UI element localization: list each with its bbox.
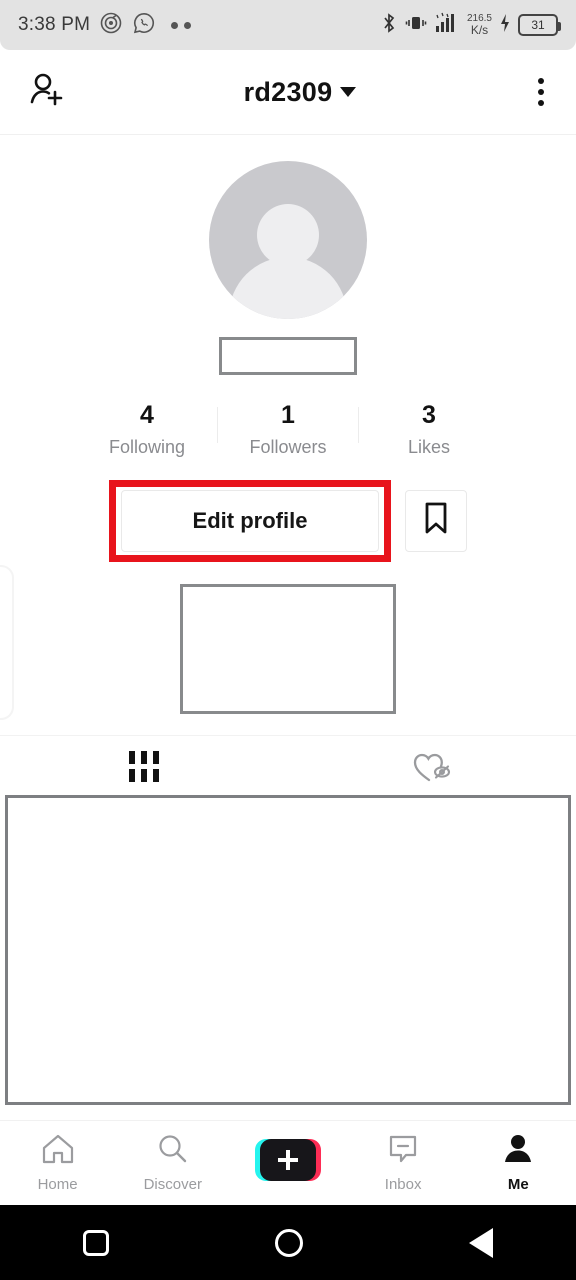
default-avatar-icon[interactable] (209, 161, 367, 319)
stat-likes[interactable]: 3 Likes (359, 401, 499, 458)
tab-private-likes[interactable] (288, 736, 576, 797)
stat-following-label: Following (108, 436, 186, 457)
edit-profile-button[interactable]: Edit profile (121, 489, 379, 552)
nav-item-me[interactable]: Me (463, 1133, 573, 1193)
whatsapp-icon (132, 11, 156, 40)
signal-bars-icon (434, 12, 460, 39)
avatar-body (229, 257, 347, 319)
nav-label-discover: Discover (143, 1176, 202, 1193)
vibrate-icon (405, 13, 427, 38)
tab-posts[interactable] (0, 736, 288, 797)
search-icon (156, 1133, 190, 1170)
home-circle-icon[interactable] (275, 1228, 303, 1257)
bluetooth-icon (380, 12, 398, 39)
grid-posts-icon (129, 751, 159, 782)
chevron-down-icon (340, 87, 357, 97)
nav-item-inbox[interactable]: Inbox (348, 1133, 458, 1193)
status-bar: 3:38 PM 216.5 K/s 31 (0, 0, 576, 50)
stat-following-count: 4 (140, 401, 154, 429)
nav-label-inbox: Inbox (384, 1176, 422, 1193)
status-bar-right: 216.5 K/s 31 (380, 12, 561, 39)
music-app-icon (99, 11, 123, 40)
nav-item-discover[interactable]: Discover (118, 1133, 228, 1193)
stat-followers[interactable]: 1 Followers (218, 401, 358, 458)
page-title: rd2309 (243, 76, 333, 107)
bio-redaction-box (180, 583, 396, 714)
bottom-navigation: Home Discover Inbox Me (0, 1120, 576, 1205)
nav-item-home[interactable]: Home (3, 1133, 113, 1193)
phone-screen: 3:38 PM 216.5 K/s 31 rd2309 4 Following … (0, 0, 576, 1280)
profile-title-dropdown[interactable]: rd2309 (244, 77, 357, 108)
back-triangle-icon[interactable] (469, 1227, 493, 1258)
avatar-row (0, 135, 576, 319)
nav-label-home: Home (37, 1176, 78, 1193)
username-redaction-box (219, 337, 357, 375)
stat-likes-label: Likes (407, 436, 451, 457)
bookmark-icon (421, 501, 451, 540)
create-core (259, 1139, 316, 1181)
profile-section: 4 Following 1 Followers 3 Likes Edit pro… (0, 135, 576, 714)
bookmark-button[interactable] (405, 489, 467, 552)
charging-bolt-icon (499, 13, 511, 38)
more-notifications-dots (171, 21, 192, 29)
network-speed-unit: K/s (470, 23, 489, 37)
home-icon (41, 1133, 75, 1170)
profile-tabs (0, 735, 576, 797)
app-header: rd2309 (0, 50, 576, 135)
edit-profile-highlight-wrapper: Edit profile (109, 479, 391, 562)
inbox-icon (386, 1133, 420, 1170)
plus-glyph (277, 1150, 298, 1170)
network-speed: 216.5 K/s (467, 14, 492, 37)
nav-item-create[interactable] (233, 1139, 343, 1187)
stat-likes-count: 3 (422, 401, 436, 429)
profile-stats: 4 Following 1 Followers 3 Likes (0, 401, 576, 458)
battery-level: 31 (531, 18, 545, 32)
recents-square-icon[interactable] (83, 1229, 109, 1256)
status-time: 3:38 PM (18, 14, 91, 35)
stat-following[interactable]: 4 Following (77, 401, 217, 458)
create-plus-icon (254, 1139, 321, 1181)
battery-indicator: 31 (518, 14, 561, 36)
person-icon (501, 1133, 535, 1170)
content-grid-redaction-box (5, 795, 571, 1105)
profile-actions: Edit profile (0, 479, 576, 562)
android-navigation-bar (0, 1205, 576, 1280)
nav-label-me: Me (507, 1176, 529, 1193)
add-friend-icon[interactable] (26, 69, 68, 116)
kebab-menu-icon[interactable] (532, 72, 550, 112)
status-bar-left: 3:38 PM (18, 11, 192, 40)
stat-followers-label: Followers (249, 436, 327, 457)
private-likes-heart-icon (412, 750, 452, 784)
stat-followers-count: 1 (281, 401, 295, 429)
